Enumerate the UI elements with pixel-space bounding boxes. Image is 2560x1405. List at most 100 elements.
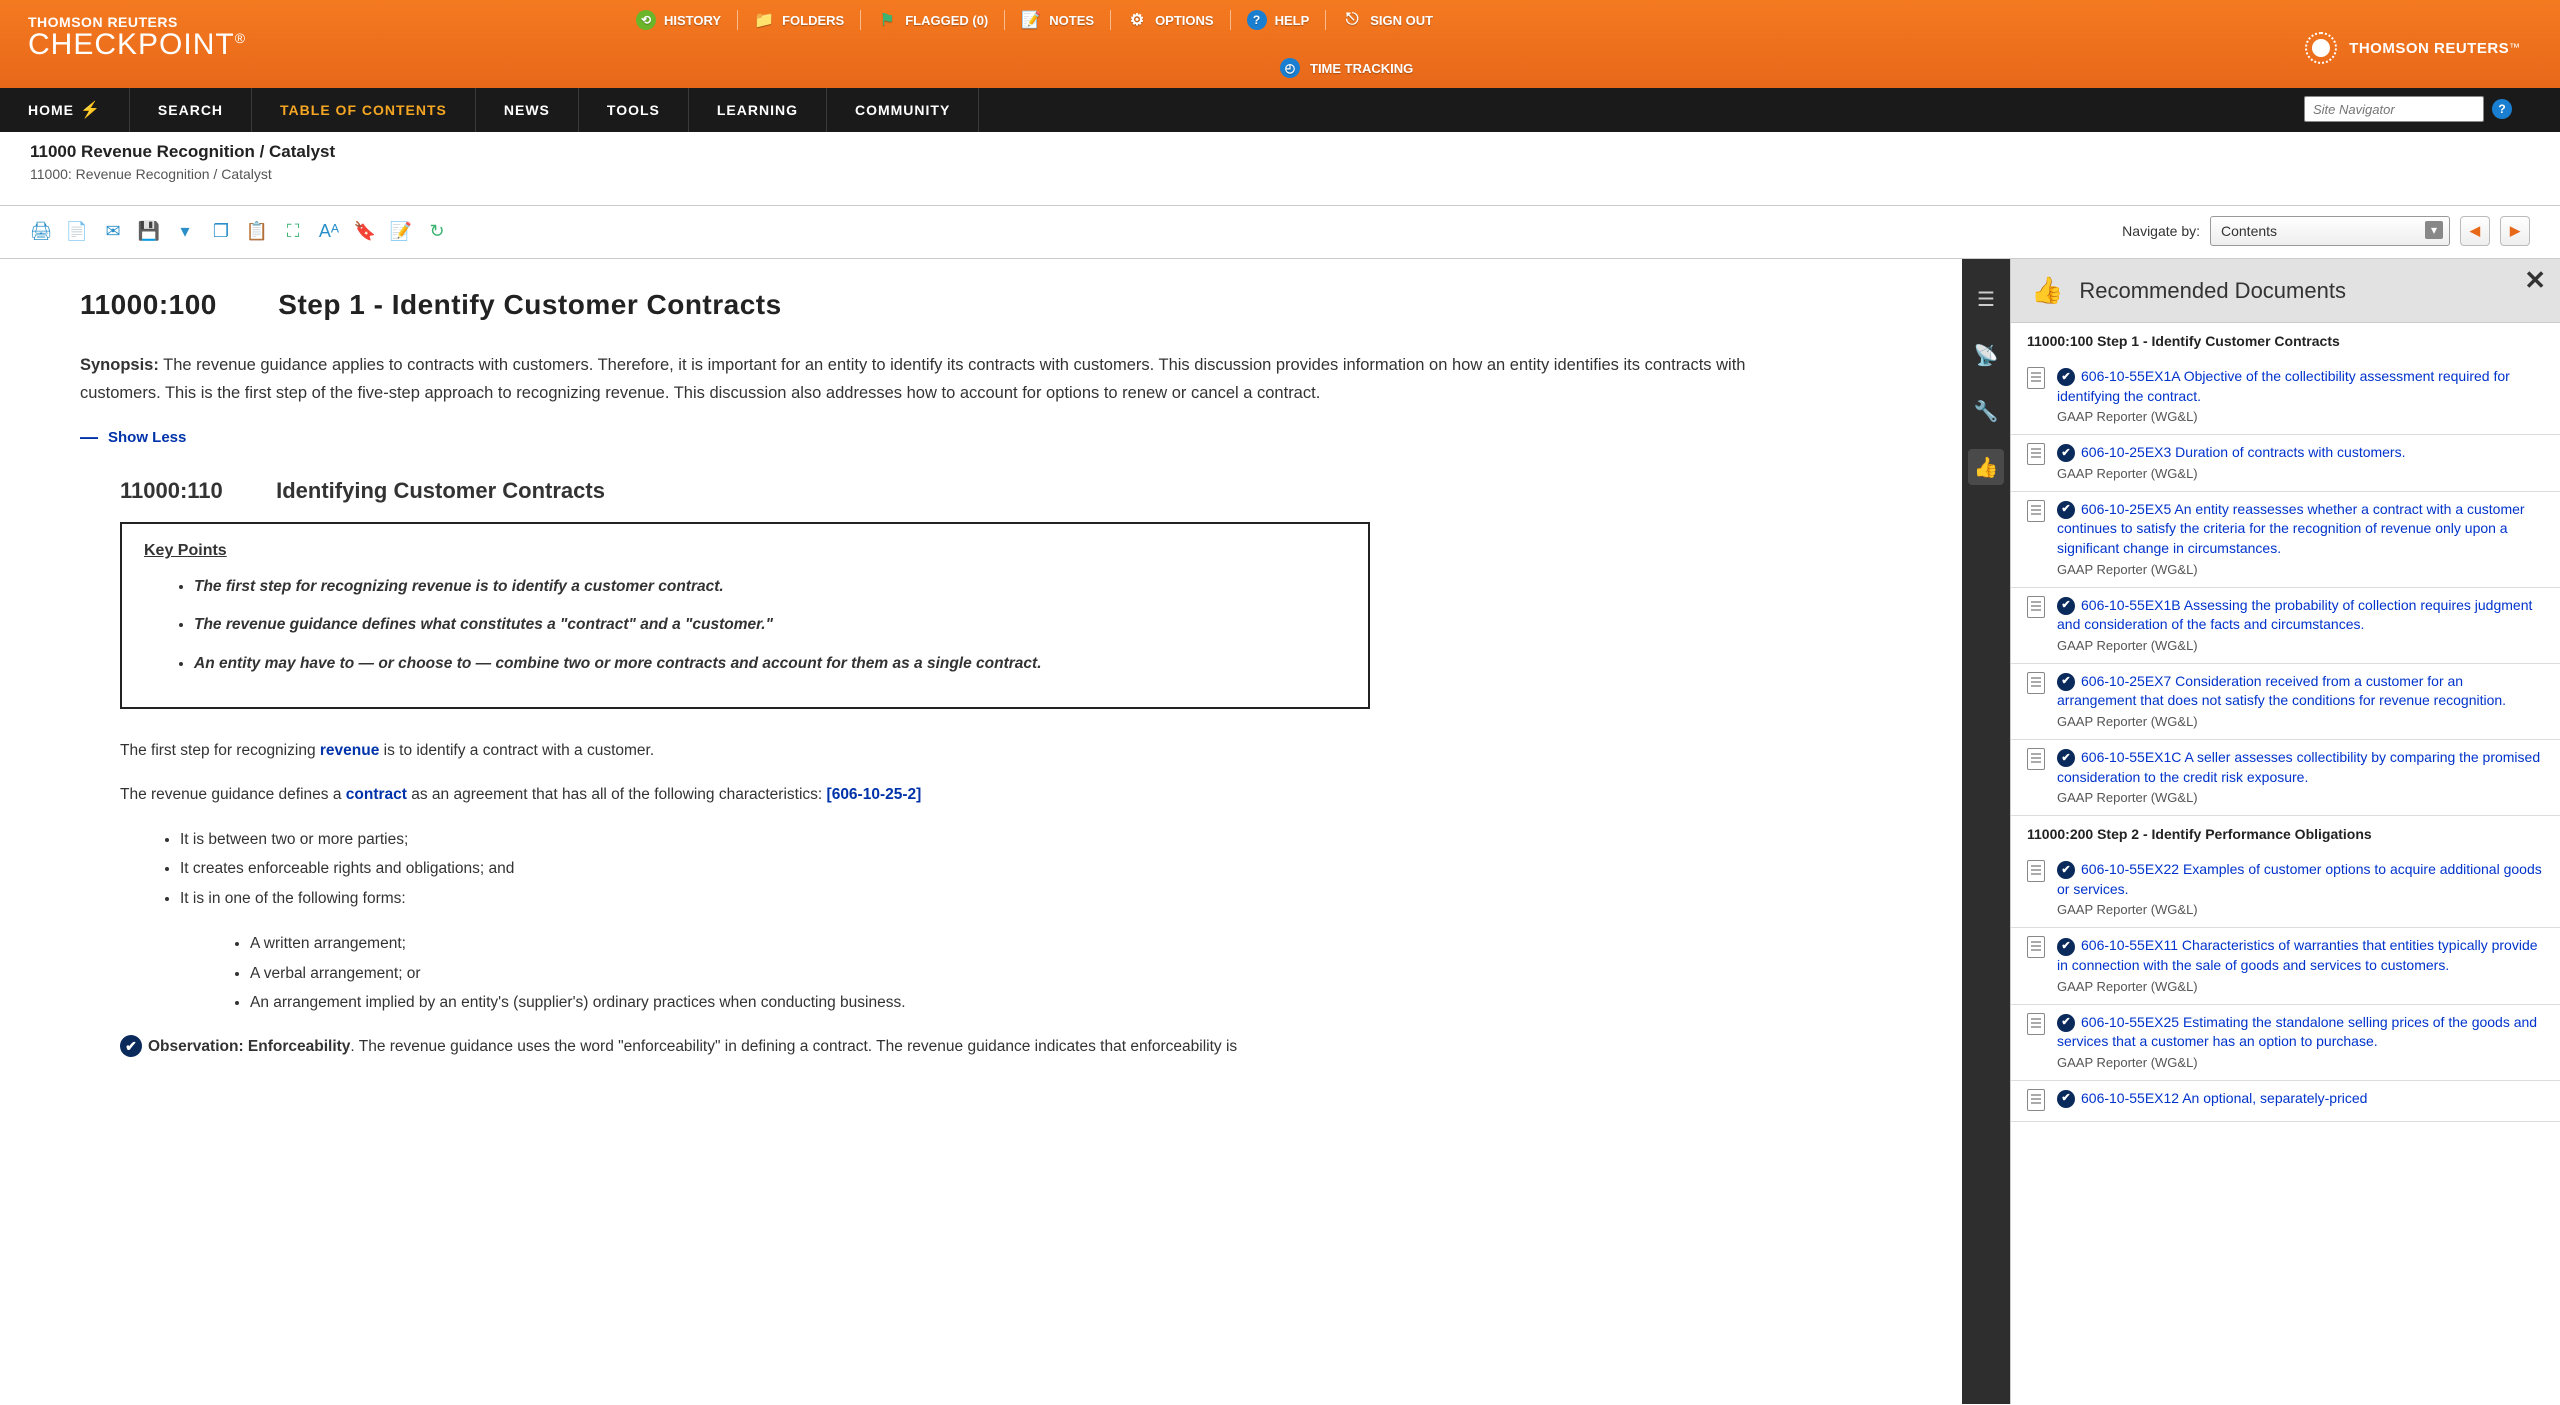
brand-logo-icon <box>2305 32 2337 64</box>
rec-item: ✔606-10-55EX1B Assessing the probability… <box>2011 588 2560 664</box>
email-icon[interactable]: ✉ <box>102 220 124 242</box>
document-icon <box>2027 936 2045 958</box>
revenue-link[interactable]: revenue <box>320 742 379 759</box>
key-point: The revenue guidance defines what consti… <box>194 612 1346 638</box>
options-link[interactable]: ⚙OPTIONS <box>1111 10 1231 30</box>
subsection: 11000:110 Identifying Customer Contracts… <box>120 478 1820 1060</box>
antenna-icon[interactable]: 📡 <box>1968 337 2004 373</box>
rec-item-link[interactable]: ✔606-10-25EX7 Consideration received fro… <box>2057 672 2544 711</box>
check-icon: ✔ <box>2057 597 2075 615</box>
nav-news[interactable]: NEWS <box>476 88 579 132</box>
rec-item-link[interactable]: ✔606-10-25EX5 An entity reassesses wheth… <box>2057 500 2544 559</box>
list-icon[interactable]: ☰ <box>1968 281 2004 317</box>
print-icon[interactable]: 🖨 <box>30 220 52 242</box>
rec-item-source: GAAP Reporter (WG&L) <box>2057 790 2544 805</box>
characteristics-list: It is between two or more parties; It cr… <box>180 825 1820 913</box>
nav-search[interactable]: SEARCH <box>130 88 252 132</box>
navigate-by-group: Navigate by: Contents ◀ ▶ <box>2122 216 2530 246</box>
recommended-body: 11000:100 Step 1 - Identify Customer Con… <box>2011 323 2560 1404</box>
thumb-icon: 👍 <box>2031 275 2063 306</box>
brand-main: CHECKPOINT® <box>28 28 246 62</box>
nav-toc[interactable]: TABLE OF CONTENTS <box>252 88 476 132</box>
list-item: It creates enforceable rights and obliga… <box>180 854 1820 883</box>
nav-learning[interactable]: LEARNING <box>689 88 827 132</box>
rec-section-title: 11000:200 Step 2 - Identify Performance … <box>2011 816 2560 852</box>
flagged-link[interactable]: ⚑FLAGGED (0) <box>861 10 1005 30</box>
rec-item-source: GAAP Reporter (WG&L) <box>2057 714 2544 729</box>
help-link[interactable]: ?HELP <box>1231 10 1327 30</box>
doc-path-sub: 11000: Revenue Recognition / Catalyst <box>30 166 2530 182</box>
note-icon[interactable]: 📝 <box>390 220 412 242</box>
clipboard-icon[interactable]: 📋 <box>246 220 268 242</box>
check-icon: ✔ <box>2057 368 2075 386</box>
signout-link[interactable]: ⎋SIGN OUT <box>1326 10 1449 30</box>
fullscreen-icon[interactable]: ⛶ <box>282 220 304 242</box>
rec-item-source: GAAP Reporter (WG&L) <box>2057 638 2544 653</box>
rec-item: ✔606-10-55EX1C A seller assesses collect… <box>2011 740 2560 816</box>
rec-item: ✔606-10-55EX25 Estimating the standalone… <box>2011 1005 2560 1081</box>
folders-link[interactable]: 📁FOLDERS <box>738 10 861 30</box>
synopsis: Synopsis: The revenue guidance applies t… <box>80 351 1830 407</box>
rec-item-link[interactable]: ✔606-10-55EX12 An optional, separately-p… <box>2057 1089 2544 1109</box>
close-icon[interactable]: ✕ <box>2524 265 2546 296</box>
bookmark-icon[interactable]: 🔖 <box>354 220 376 242</box>
rec-item-link[interactable]: ✔606-10-55EX25 Estimating the standalone… <box>2057 1013 2544 1052</box>
nav-prev-button[interactable]: ◀ <box>2460 216 2490 246</box>
history-icon: ⟲ <box>636 10 656 30</box>
nav-next-button[interactable]: ▶ <box>2500 216 2530 246</box>
check-icon: ✔ <box>2057 444 2075 462</box>
site-nav-help-icon[interactable]: ? <box>2492 99 2512 119</box>
list-item: It is in one of the following forms: <box>180 884 1820 913</box>
nav-tools[interactable]: TOOLS <box>579 88 689 132</box>
text-size-icon[interactable]: Aᴬ <box>318 220 340 242</box>
document-icon[interactable]: 📄 <box>66 220 88 242</box>
brand-block: THOMSON REUTERS CHECKPOINT® <box>0 0 274 76</box>
rec-item: ✔606-10-55EX11 Characteristics of warran… <box>2011 928 2560 1004</box>
document-toolbar: 🖨 📄 ✉ 💾 ▾ ❐ 📋 ⛶ Aᴬ 🔖 📝 ↻ Navigate by: Co… <box>0 206 2560 259</box>
rec-item-link[interactable]: ✔606-10-55EX1A Objective of the collecti… <box>2057 367 2544 406</box>
rec-item: ✔606-10-55EX1A Objective of the collecti… <box>2011 359 2560 435</box>
notes-icon: 📝 <box>1021 10 1041 30</box>
navigate-by-select[interactable]: Contents <box>2210 216 2450 246</box>
rec-item-source: GAAP Reporter (WG&L) <box>2057 902 2544 917</box>
save-icon[interactable]: 💾 <box>138 220 160 242</box>
wrench-icon[interactable]: 🔧 <box>1968 393 2004 429</box>
notes-link[interactable]: 📝NOTES <box>1005 10 1111 30</box>
rec-item-link[interactable]: ✔606-10-55EX1B Assessing the probability… <box>2057 596 2544 635</box>
dropdown-icon[interactable]: ▾ <box>174 220 196 242</box>
check-icon: ✔ <box>2057 501 2075 519</box>
key-point: An entity may have to — or choose to — c… <box>194 651 1346 677</box>
show-less-toggle[interactable]: — Show Less <box>80 427 1902 448</box>
open-window-icon[interactable]: ❐ <box>210 220 232 242</box>
rec-item-link[interactable]: ✔606-10-25EX3 Duration of contracts with… <box>2057 443 2544 463</box>
right-icon-rail: ☰ 📡 🔧 👍 <box>1962 259 2010 1404</box>
clock-icon: ◴ <box>1280 58 1300 78</box>
site-navigator-input[interactable] <box>2304 96 2484 122</box>
list-item: An arrangement implied by an entity's (s… <box>250 988 1820 1017</box>
top-header: THOMSON REUTERS CHECKPOINT® ⟲HISTORY 📁FO… <box>0 0 2560 88</box>
rec-item-source: GAAP Reporter (WG&L) <box>2057 409 2544 424</box>
rec-item-link[interactable]: ✔606-10-55EX22 Examples of customer opti… <box>2057 860 2544 899</box>
refresh-icon[interactable]: ↻ <box>426 220 448 242</box>
citation-link[interactable]: [606-10-25-2] <box>827 786 922 803</box>
nav-home[interactable]: HOME⚡ <box>0 88 130 132</box>
nav-community[interactable]: COMMUNITY <box>827 88 979 132</box>
observation-label: Observation: Enforceability <box>148 1038 350 1055</box>
rec-item: ✔606-10-25EX5 An entity reassesses wheth… <box>2011 492 2560 588</box>
contract-link[interactable]: contract <box>346 786 407 803</box>
check-icon: ✔ <box>2057 673 2075 691</box>
rec-item-link[interactable]: ✔606-10-55EX11 Characteristics of warran… <box>2057 936 2544 975</box>
subsection-id: 11000:110 <box>120 478 270 504</box>
document-icon <box>2027 500 2045 522</box>
document-icon <box>2027 367 2045 389</box>
thumbs-up-icon[interactable]: 👍 <box>1968 449 2004 485</box>
document-icon <box>2027 443 2045 465</box>
rec-item-link[interactable]: ✔606-10-55EX1C A seller assesses collect… <box>2057 748 2544 787</box>
time-tracking-link[interactable]: ◴TIME TRACKING <box>1280 58 1413 78</box>
help-icon: ? <box>1247 10 1267 30</box>
minus-icon: — <box>80 427 98 448</box>
history-link[interactable]: ⟲HISTORY <box>620 10 738 30</box>
section-id: 11000:100 <box>80 289 270 321</box>
subsection-title: Identifying Customer Contracts <box>276 478 605 503</box>
check-icon: ✔ <box>2057 749 2075 767</box>
